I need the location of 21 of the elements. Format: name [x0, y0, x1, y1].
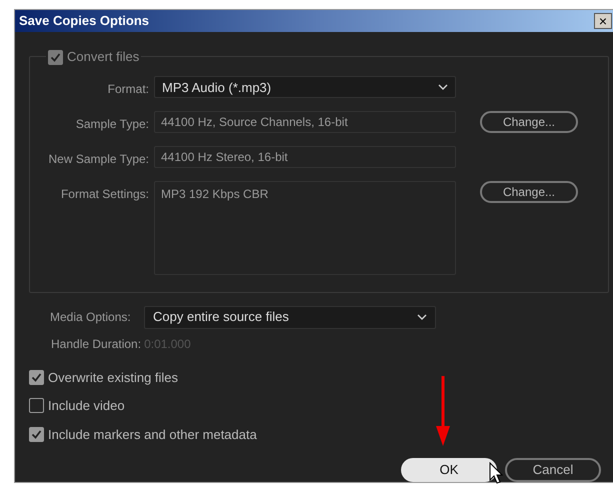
change-button[interactable]: Change... — [480, 181, 578, 204]
window-title: Save Copies Options — [19, 12, 150, 30]
field-label: New Sample Type: — [48, 151, 150, 168]
field-label: Sample Type: — [74, 116, 150, 134]
checkbox-label: Convert files — [67, 48, 140, 66]
field-label: Media Options: — [49, 309, 132, 326]
field-label: Format: — [106, 81, 150, 98]
settings-box[interactable]: MP3 192 Kbps CBR — [154, 181, 456, 276]
close-button[interactable]: × — [594, 13, 612, 30]
checkbox-label: Include video — [48, 397, 125, 415]
format-dropdown[interactable]: MP3 Audio (*.mp3) — [154, 76, 456, 98]
field-label: Handle Duration: — [51, 336, 142, 352]
field-label: Format Settings: — [60, 186, 150, 204]
dialog-button[interactable]: Cancel — [505, 458, 601, 482]
change-button[interactable]: Change... — [480, 111, 578, 134]
text-field[interactable]: 44100 Hz Stereo, 16-bit — [154, 146, 456, 168]
checkbox-label: Include markers and other metadata — [48, 426, 257, 444]
dialog-button[interactable]: OK — [401, 458, 497, 482]
text-field[interactable]: 44100 Hz, Source Channels, 16-bit — [154, 111, 456, 134]
media-options-dropdown[interactable]: Copy entire source files — [144, 306, 436, 328]
checkbox-label: Overwrite existing files — [48, 368, 178, 387]
